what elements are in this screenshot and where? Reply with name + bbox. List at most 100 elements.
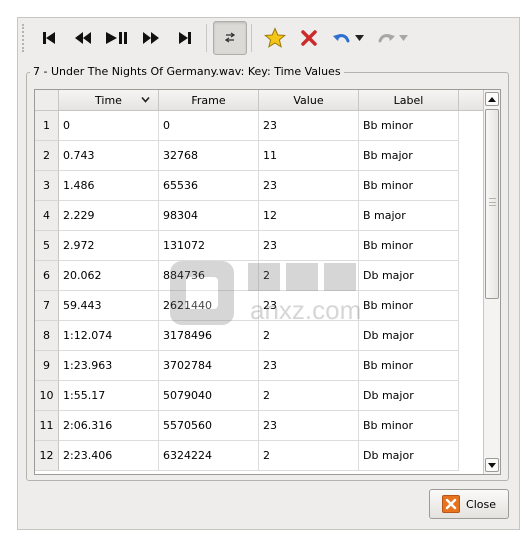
rewind-start-button[interactable] — [32, 21, 66, 55]
table-cell-frame[interactable]: 0 — [159, 111, 259, 141]
scrollbar-thumb[interactable] — [485, 109, 499, 299]
scroll-up-button[interactable] — [485, 92, 499, 106]
close-icon — [442, 495, 461, 513]
arrow-up-icon — [488, 96, 496, 102]
row-number[interactable]: 8 — [35, 321, 59, 351]
table-cell-frame[interactable]: 98304 — [159, 201, 259, 231]
table-cell-label[interactable]: Bb minor — [359, 111, 459, 141]
table-cell-frame[interactable]: 2621440 — [159, 291, 259, 321]
column-header-label[interactable]: Label — [359, 90, 459, 111]
delete-icon — [301, 30, 317, 46]
table-cell-value[interactable]: 12 — [259, 201, 359, 231]
add-item-button[interactable] — [258, 21, 292, 55]
undo-button[interactable] — [326, 21, 370, 55]
toolbar-grip[interactable] — [22, 24, 26, 52]
row-number[interactable]: 2 — [35, 141, 59, 171]
table-cell-label[interactable]: Bb minor — [359, 351, 459, 381]
column-header-value[interactable]: Value — [259, 90, 359, 111]
table-cell-value[interactable]: 11 — [259, 141, 359, 171]
table-cell-value[interactable]: 23 — [259, 411, 359, 441]
table-cell-label[interactable]: Db major — [359, 441, 459, 471]
header-filler — [459, 90, 485, 111]
table-cell-label[interactable]: Db major — [359, 321, 459, 351]
table-corner[interactable] — [35, 90, 59, 111]
table-cell-label[interactable]: Bb minor — [359, 171, 459, 201]
table-cell-time[interactable]: 59.443 — [59, 291, 159, 321]
delete-button[interactable] — [292, 21, 326, 55]
toolbar-separator — [206, 24, 207, 52]
rewind-button[interactable] — [66, 21, 100, 55]
table-cell-value[interactable]: 23 — [259, 171, 359, 201]
table-cell-label[interactable]: Bb minor — [359, 291, 459, 321]
row-number[interactable]: 12 — [35, 441, 59, 471]
toolbar-separator — [251, 24, 252, 52]
table-cell-frame[interactable]: 3178496 — [159, 321, 259, 351]
table-cell-label[interactable]: Db major — [359, 261, 459, 291]
close-button[interactable]: Close — [429, 489, 509, 519]
column-header-frame[interactable]: Frame — [159, 90, 259, 111]
sort-descending-icon — [141, 96, 150, 103]
table-cell-value[interactable]: 2 — [259, 321, 359, 351]
table-cell-time[interactable]: 2:23.406 — [59, 441, 159, 471]
row-number[interactable]: 11 — [35, 411, 59, 441]
row-number[interactable]: 7 — [35, 291, 59, 321]
table-cell-label[interactable]: Bb minor — [359, 411, 459, 441]
row-number[interactable]: 4 — [35, 201, 59, 231]
row-number[interactable]: 5 — [35, 231, 59, 261]
rewind-start-icon — [43, 32, 55, 44]
column-header-label: Label — [393, 93, 424, 107]
table-cell-label[interactable]: Db major — [359, 381, 459, 411]
table-cell-value[interactable]: 23 — [259, 231, 359, 261]
table-cell-frame[interactable]: 884736 — [159, 261, 259, 291]
fast-forward-button[interactable] — [134, 21, 168, 55]
table-cell-time[interactable]: 20.062 — [59, 261, 159, 291]
table-cell-frame[interactable]: 131072 — [159, 231, 259, 261]
chevron-down-icon — [355, 35, 364, 41]
row-number[interactable]: 9 — [35, 351, 59, 381]
vertical-scrollbar[interactable] — [483, 90, 500, 474]
row-number[interactable]: 10 — [35, 381, 59, 411]
table-cell-time[interactable]: 2.229 — [59, 201, 159, 231]
table-cell-value[interactable]: 2 — [259, 261, 359, 291]
table-cell-frame[interactable]: 65536 — [159, 171, 259, 201]
table-cell-label[interactable]: Bb major — [359, 141, 459, 171]
table-cell-time[interactable]: 0 — [59, 111, 159, 141]
play-pause-button[interactable] — [100, 21, 134, 55]
column-header-label: Time — [95, 93, 122, 107]
table-cell-time[interactable]: 1.486 — [59, 171, 159, 201]
star-icon — [264, 27, 286, 48]
table-cell-frame[interactable]: 5570560 — [159, 411, 259, 441]
table-cell-value[interactable]: 2 — [259, 381, 359, 411]
table-cell-frame[interactable]: 5079040 — [159, 381, 259, 411]
scrollbar-grip-icon — [489, 198, 496, 206]
row-number[interactable]: 3 — [35, 171, 59, 201]
column-header-label: Frame — [191, 93, 226, 107]
undo-icon — [333, 34, 350, 43]
redo-button — [370, 21, 414, 55]
table-cell-value[interactable]: 23 — [259, 291, 359, 321]
table-cell-time[interactable]: 1:12.074 — [59, 321, 159, 351]
table-cell-time[interactable]: 2:06.316 — [59, 411, 159, 441]
table-cell-label[interactable]: B major — [359, 201, 459, 231]
redo-icon — [378, 34, 395, 43]
table-cell-frame[interactable]: 32768 — [159, 141, 259, 171]
scrollbar-track[interactable] — [485, 107, 499, 457]
table-cell-time[interactable]: 1:23.963 — [59, 351, 159, 381]
follow-playback-button[interactable] — [213, 21, 247, 55]
table-cell-value[interactable]: 23 — [259, 111, 359, 141]
close-button-label: Close — [466, 497, 496, 511]
table-cell-time[interactable]: 0.743 — [59, 141, 159, 171]
column-header-time[interactable]: Time — [59, 90, 159, 111]
table-cell-frame[interactable]: 6324224 — [159, 441, 259, 471]
table-cell-value[interactable]: 23 — [259, 351, 359, 381]
table-cell-value[interactable]: 2 — [259, 441, 359, 471]
scroll-down-button[interactable] — [485, 458, 499, 472]
arrow-down-icon — [488, 462, 496, 468]
table-cell-label[interactable]: Bb minor — [359, 231, 459, 261]
table-cell-time[interactable]: 1:55.17 — [59, 381, 159, 411]
table-cell-frame[interactable]: 3702784 — [159, 351, 259, 381]
row-number[interactable]: 1 — [35, 111, 59, 141]
table-cell-time[interactable]: 2.972 — [59, 231, 159, 261]
fast-forward-end-button[interactable] — [168, 21, 202, 55]
row-number[interactable]: 6 — [35, 261, 59, 291]
